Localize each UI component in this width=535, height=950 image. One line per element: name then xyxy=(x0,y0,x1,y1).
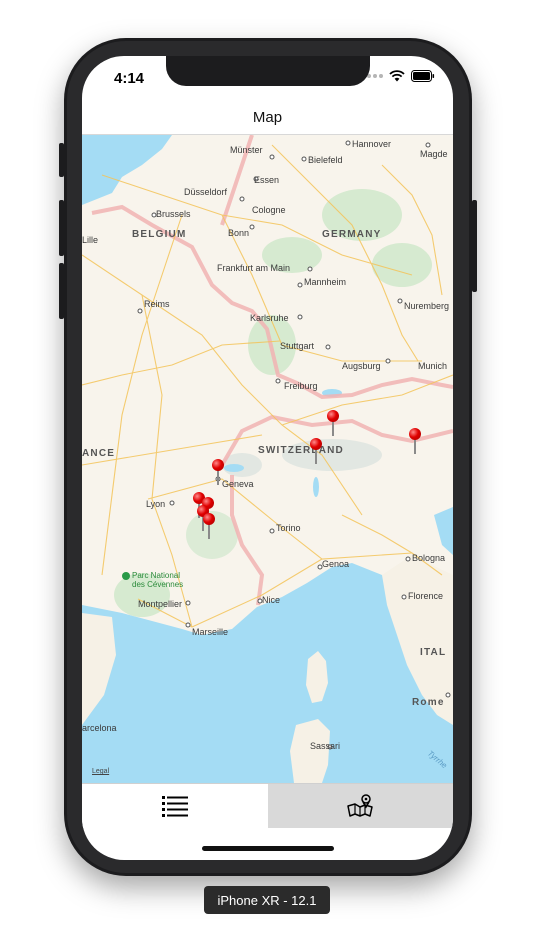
city-label: Sassari xyxy=(310,741,341,751)
city-label: Nice xyxy=(262,595,281,605)
city-label: Freiburg xyxy=(284,381,318,391)
pin-needle xyxy=(414,439,416,454)
home-indicator[interactable] xyxy=(202,846,334,851)
list-icon xyxy=(161,796,188,817)
city-label: Essen xyxy=(254,175,280,185)
pin-head-icon xyxy=(203,513,215,525)
city-label: Montpellier xyxy=(138,599,183,609)
park-label: Parc National des Cévennes xyxy=(122,571,183,589)
power-button xyxy=(472,200,477,292)
status-icons xyxy=(361,70,435,82)
park-icon xyxy=(122,571,130,580)
city-label: Karlsruhe xyxy=(250,313,289,323)
pin-head-icon xyxy=(327,410,339,422)
city-label: Marseille xyxy=(192,627,229,637)
park-name-line1: Parc National xyxy=(132,571,181,580)
notch xyxy=(166,56,370,86)
city-label: Nuremberg xyxy=(404,301,450,311)
country-label: GERMANY xyxy=(322,229,382,240)
volume-down-button xyxy=(59,263,64,319)
city-label: Reims xyxy=(144,299,170,309)
country-label: BELGIUM xyxy=(132,229,187,240)
battery-icon xyxy=(411,70,435,82)
park-name-line2: des Cévennes xyxy=(132,580,184,589)
map-pin[interactable] xyxy=(212,459,224,485)
pin-head-icon xyxy=(409,428,421,440)
country-label: ANCE xyxy=(82,448,116,459)
city-label: Bonn xyxy=(228,228,250,238)
legal-link[interactable]: Legal xyxy=(92,768,109,775)
city-label: Hannover xyxy=(352,139,392,149)
tab-list[interactable] xyxy=(82,784,268,828)
city-label: Mannheim xyxy=(304,277,347,287)
pin-needle xyxy=(332,421,334,436)
navigation-bar: Map xyxy=(82,100,453,135)
city-label: Bielefeld xyxy=(308,155,343,165)
tab-map[interactable] xyxy=(267,784,453,828)
city-label: arcelona xyxy=(82,723,117,733)
pin-needle xyxy=(217,470,219,485)
map-pin[interactable] xyxy=(203,513,215,539)
city-label: Düsseldorf xyxy=(184,187,228,197)
map-pin[interactable] xyxy=(327,410,339,436)
map-pin[interactable] xyxy=(409,428,421,454)
nav-title: Map xyxy=(252,108,283,126)
city-label: Florence xyxy=(408,591,444,601)
status-time: 4:14 xyxy=(114,70,145,87)
city-label: Torino xyxy=(276,523,301,533)
city-label: Bologna xyxy=(412,553,446,563)
pin-head-icon xyxy=(310,438,322,450)
city-label: Munich xyxy=(418,361,448,371)
city-label: Cologne xyxy=(252,205,286,215)
silent-switch xyxy=(59,143,64,177)
country-label: SWITZERLAND xyxy=(258,445,344,456)
city-label: Geneva xyxy=(222,479,254,489)
city-label: Brussels xyxy=(156,209,191,219)
city-label: Stuttgart xyxy=(280,341,315,351)
wifi-icon xyxy=(389,70,405,82)
tab-bar xyxy=(82,783,453,828)
city-label: Augsburg xyxy=(342,361,381,371)
simulator-device-label: iPhone XR - 12.1 xyxy=(204,886,330,914)
city-label: Lyon xyxy=(146,499,166,509)
city-label: Frankfurt am Main xyxy=(217,263,291,273)
map-icon xyxy=(347,794,373,817)
phone-screen: 4:14 Map Hannover Magde Münster Bielefel… xyxy=(82,56,453,860)
pin-head-icon xyxy=(212,459,224,471)
pin-needle xyxy=(315,449,317,464)
map-view[interactable]: Hannover Magde Münster Bielefeld Essen Düssel… xyxy=(82,135,453,783)
city-label: Lille xyxy=(82,235,99,245)
city-label: Münster xyxy=(230,145,263,155)
city-label: Magde xyxy=(420,149,448,159)
map-pin[interactable] xyxy=(310,438,322,464)
pin-needle xyxy=(208,524,210,539)
country-label: ITAL xyxy=(420,647,447,658)
country-label: Rome xyxy=(412,697,445,708)
city-label: Genoa xyxy=(322,559,350,569)
volume-up-button xyxy=(59,200,64,256)
